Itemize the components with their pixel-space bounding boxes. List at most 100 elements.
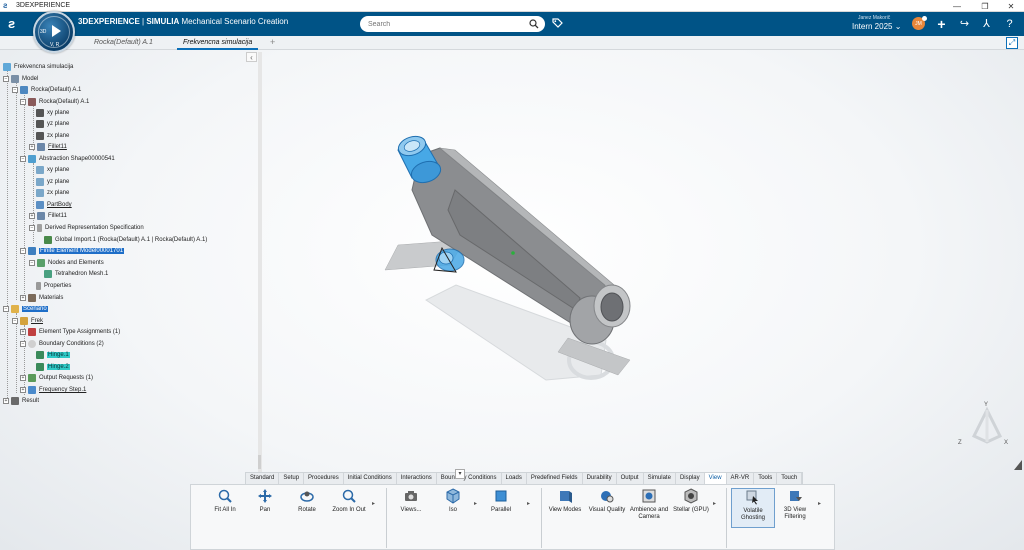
- tab-durability[interactable]: Durability: [583, 473, 617, 484]
- pan-button[interactable]: Pan: [243, 488, 287, 528]
- plus-icon[interactable]: +: [935, 17, 948, 31]
- stellar-gpu-button[interactable]: Stellar (GPU): [669, 488, 713, 528]
- collapse-icon[interactable]: −: [29, 225, 35, 231]
- tab-view[interactable]: View: [704, 473, 727, 484]
- tree-node-xy-plane[interactable]: xy plane: [36, 108, 69, 118]
- rocker-arm-part[interactable]: [330, 120, 660, 410]
- collapse-icon[interactable]: −: [12, 87, 18, 93]
- view-modes-button[interactable]: View Modes: [543, 488, 587, 528]
- tree-node-result[interactable]: + Result: [3, 396, 39, 406]
- tab-ar-vr[interactable]: AR-VR: [727, 473, 755, 484]
- iso-view-button[interactable]: Iso: [431, 488, 475, 528]
- zoom-button[interactable]: Zoom In Out: [327, 488, 371, 528]
- avatar[interactable]: JM: [912, 16, 927, 30]
- tree-node-zx-plane-2[interactable]: zx plane: [36, 188, 69, 198]
- collapse-icon[interactable]: −: [20, 99, 26, 105]
- tab-procedures[interactable]: Procedures: [304, 473, 344, 484]
- expand-icon[interactable]: +: [20, 387, 26, 393]
- restore-button[interactable]: ❐: [972, 0, 998, 12]
- tree-node-boundary-conditions[interactable]: − Boundary Conditions (2): [20, 339, 104, 349]
- minimize-button[interactable]: —: [944, 0, 970, 12]
- visual-quality-button[interactable]: Visual Quality: [585, 488, 629, 528]
- tree-node-xy-plane-2[interactable]: xy plane: [36, 165, 69, 175]
- tree-node-yz-plane-2[interactable]: yz plane: [36, 177, 69, 187]
- tree-node-global-import[interactable]: Global Import.1 (Rocka(Default) A.1 | Ro…: [44, 235, 207, 245]
- tree-node-hinge-1[interactable]: Hinge.1: [36, 350, 70, 360]
- more-options-icon[interactable]: ▸: [818, 500, 821, 507]
- axis-triad[interactable]: Y Z X: [952, 398, 1012, 458]
- tree-node-materials[interactable]: + Materials: [20, 293, 63, 303]
- tree-node-tetra-mesh[interactable]: Tetrahedron Mesh.1: [44, 269, 108, 279]
- fullscreen-icon[interactable]: ⤢: [1006, 37, 1018, 49]
- add-tab-button[interactable]: +: [270, 37, 275, 47]
- panel-grip[interactable]: [258, 455, 261, 469]
- tab-boundary-conditions[interactable]: Boundary Conditions: [437, 473, 502, 484]
- tree-node-nodes-elements[interactable]: − Nodes and Elements: [29, 258, 104, 268]
- views-button[interactable]: Views...: [389, 488, 433, 528]
- collapse-icon[interactable]: −: [20, 156, 26, 162]
- ambience-camera-button[interactable]: Ambience and Camera: [627, 488, 671, 528]
- tree-node-frek[interactable]: − Frek: [12, 316, 43, 326]
- close-window-button[interactable]: ✕: [998, 0, 1024, 12]
- tab-standard[interactable]: Standard: [246, 473, 280, 484]
- expand-icon[interactable]: +: [20, 329, 26, 335]
- parallel-projection-button[interactable]: Parallel: [479, 488, 523, 528]
- tag-icon[interactable]: [551, 17, 564, 30]
- resize-handle-icon[interactable]: [1014, 460, 1022, 470]
- collaborate-icon[interactable]: ⅄: [980, 18, 993, 31]
- share-icon[interactable]: ↪: [958, 18, 971, 31]
- tab-initial-conditions[interactable]: Initial Conditions: [344, 473, 397, 484]
- tab-display[interactable]: Display: [676, 473, 705, 484]
- collapse-icon[interactable]: −: [20, 341, 26, 347]
- tab-interactions[interactable]: Interactions: [397, 473, 437, 484]
- fit-all-in-button[interactable]: Fit All In: [203, 488, 247, 528]
- expand-icon[interactable]: +: [20, 295, 26, 301]
- search-input[interactable]: [360, 16, 520, 32]
- expand-icon[interactable]: +: [29, 144, 35, 150]
- rotate-button[interactable]: Rotate: [285, 488, 329, 528]
- more-options-icon[interactable]: ▸: [372, 500, 375, 507]
- compass-widget[interactable]: 3D V, R: [33, 11, 75, 53]
- tree-node-yz-plane[interactable]: yz plane: [36, 119, 69, 129]
- tab-rocka[interactable]: Rocka(Default) A.1: [88, 38, 159, 50]
- volatile-ghosting-button[interactable]: Volatile Ghosting: [731, 488, 775, 528]
- collapse-tree-button[interactable]: ‹: [246, 52, 257, 62]
- tree-node-rocka-inner[interactable]: − Rocka(Default) A.1: [20, 97, 89, 107]
- tab-predefined-fields[interactable]: Predefined Fields: [527, 473, 583, 484]
- tree-node-properties[interactable]: Properties: [36, 281, 71, 291]
- expand-icon[interactable]: +: [3, 398, 9, 404]
- tree-node-scenario[interactable]: − Scenario: [3, 304, 48, 314]
- tree-node-root[interactable]: Frekvencna simulacija: [3, 62, 73, 72]
- tab-loads[interactable]: Loads: [502, 473, 527, 484]
- tree-node-fillet-2[interactable]: + Fillet11: [29, 211, 67, 221]
- tree-node-zx-plane[interactable]: zx plane: [36, 131, 69, 141]
- collapse-icon[interactable]: −: [3, 76, 9, 82]
- tab-touch[interactable]: Touch: [777, 473, 803, 484]
- tree-node-fem[interactable]: − Finite Element Model00001701: [20, 246, 125, 256]
- expand-icon[interactable]: +: [20, 375, 26, 381]
- tree-node-fillet[interactable]: + Fillet11: [29, 142, 67, 152]
- tab-setup[interactable]: Setup: [279, 473, 305, 484]
- ds-logo-icon[interactable]: ƨ: [8, 16, 26, 32]
- tab-frekvencna-simulacija[interactable]: Frekvencna simulacija: [177, 38, 259, 50]
- tree-node-element-type[interactable]: + Element Type Assignments (1): [20, 327, 120, 337]
- collapse-icon[interactable]: −: [29, 260, 35, 266]
- search-icon[interactable]: [529, 19, 539, 29]
- help-icon[interactable]: ?: [1003, 18, 1016, 31]
- collapse-icon[interactable]: −: [20, 248, 26, 254]
- tab-simulate[interactable]: Simulate: [644, 473, 676, 484]
- tree-node-frequency-step[interactable]: + Frequency Step.1: [20, 385, 86, 395]
- expand-icon[interactable]: +: [29, 213, 35, 219]
- tree-node-hinge-2[interactable]: Hinge.2: [36, 362, 70, 372]
- collapse-icon[interactable]: −: [3, 306, 9, 312]
- tree-scrollbar[interactable]: [258, 52, 262, 472]
- more-options-icon[interactable]: ▸: [713, 500, 716, 507]
- tab-tools[interactable]: Tools: [754, 473, 778, 484]
- tree-node-rocka-default[interactable]: − Rocka(Default) A.1: [12, 85, 81, 95]
- tree-node-derived[interactable]: − Derived Representation Specification: [29, 223, 144, 233]
- tree-node-abstraction[interactable]: − Abstraction Shape00000541: [20, 154, 115, 164]
- more-options-icon[interactable]: ▸: [474, 500, 477, 507]
- tab-output[interactable]: Output: [617, 473, 644, 484]
- 3d-view-filtering-button[interactable]: 3D View Filtering: [773, 488, 817, 528]
- user-info[interactable]: Janez Makorič Intern 2025 ⌄: [852, 15, 901, 31]
